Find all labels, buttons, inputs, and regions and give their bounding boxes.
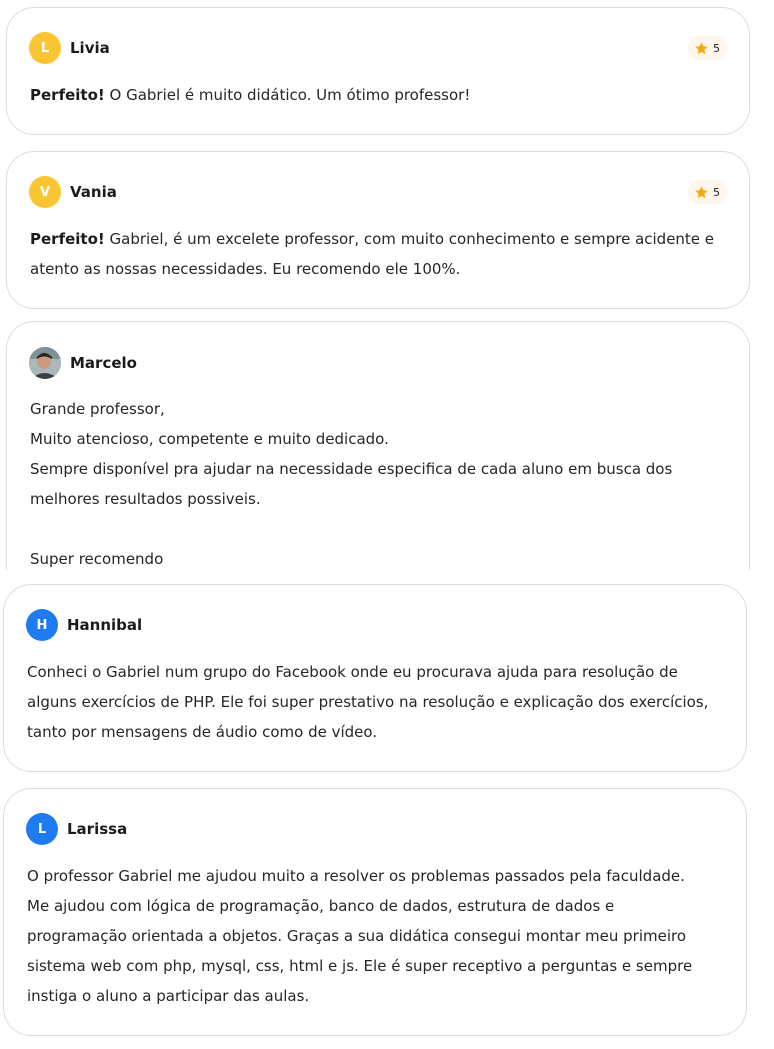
star-icon (695, 41, 708, 54)
rating-badge: 5 (688, 180, 727, 204)
reviewer-name: Livia (70, 39, 110, 57)
review-text: O professor Gabriel me ajudou muito a re… (27, 867, 693, 1005)
review-card: Marcelo Grande professor, Muito atencios… (6, 321, 750, 570)
avatar-photo-icon (29, 347, 61, 379)
reviewer-name: Larissa (67, 820, 128, 838)
avatar: H (26, 609, 58, 641)
review-card: L Larissa O professor Gabriel me ajudou … (3, 788, 747, 1036)
review-text: Grande professor, Muito atencioso, compe… (30, 400, 673, 568)
avatar (29, 347, 61, 379)
review-highlight: Perfeito! (30, 230, 105, 248)
review-text: Perfeito! Gabriel, é um excelete profess… (30, 230, 715, 278)
review-card: V Vania 5 Perfeito! Gabriel, é um excele… (6, 151, 750, 309)
avatar: L (26, 813, 58, 845)
rating-value: 5 (713, 185, 720, 199)
review-header: L Larissa (26, 813, 724, 845)
review-card: L Livia 5 Perfeito! O Gabriel é muito di… (6, 7, 750, 135)
review-header: Marcelo (29, 347, 727, 379)
review-header: V Vania 5 (29, 176, 727, 208)
review-header: H Hannibal (26, 609, 724, 641)
review-text: Conheci o Gabriel num grupo do Facebook … (27, 663, 709, 741)
avatar: L (29, 32, 61, 64)
reviewer-name: Hannibal (67, 616, 143, 634)
review-card: H Hannibal Conheci o Gabriel num grupo d… (3, 584, 747, 772)
reviewer-name: Marcelo (70, 354, 137, 372)
reviewer-name: Vania (70, 183, 117, 201)
review-header: L Livia 5 (29, 32, 727, 64)
review-highlight: Perfeito! (30, 86, 105, 104)
review-text: Perfeito! O Gabriel é muito didático. Um… (30, 86, 471, 104)
star-icon (695, 185, 708, 198)
rating-badge: 5 (688, 36, 727, 60)
avatar: V (29, 176, 61, 208)
rating-value: 5 (713, 41, 720, 55)
